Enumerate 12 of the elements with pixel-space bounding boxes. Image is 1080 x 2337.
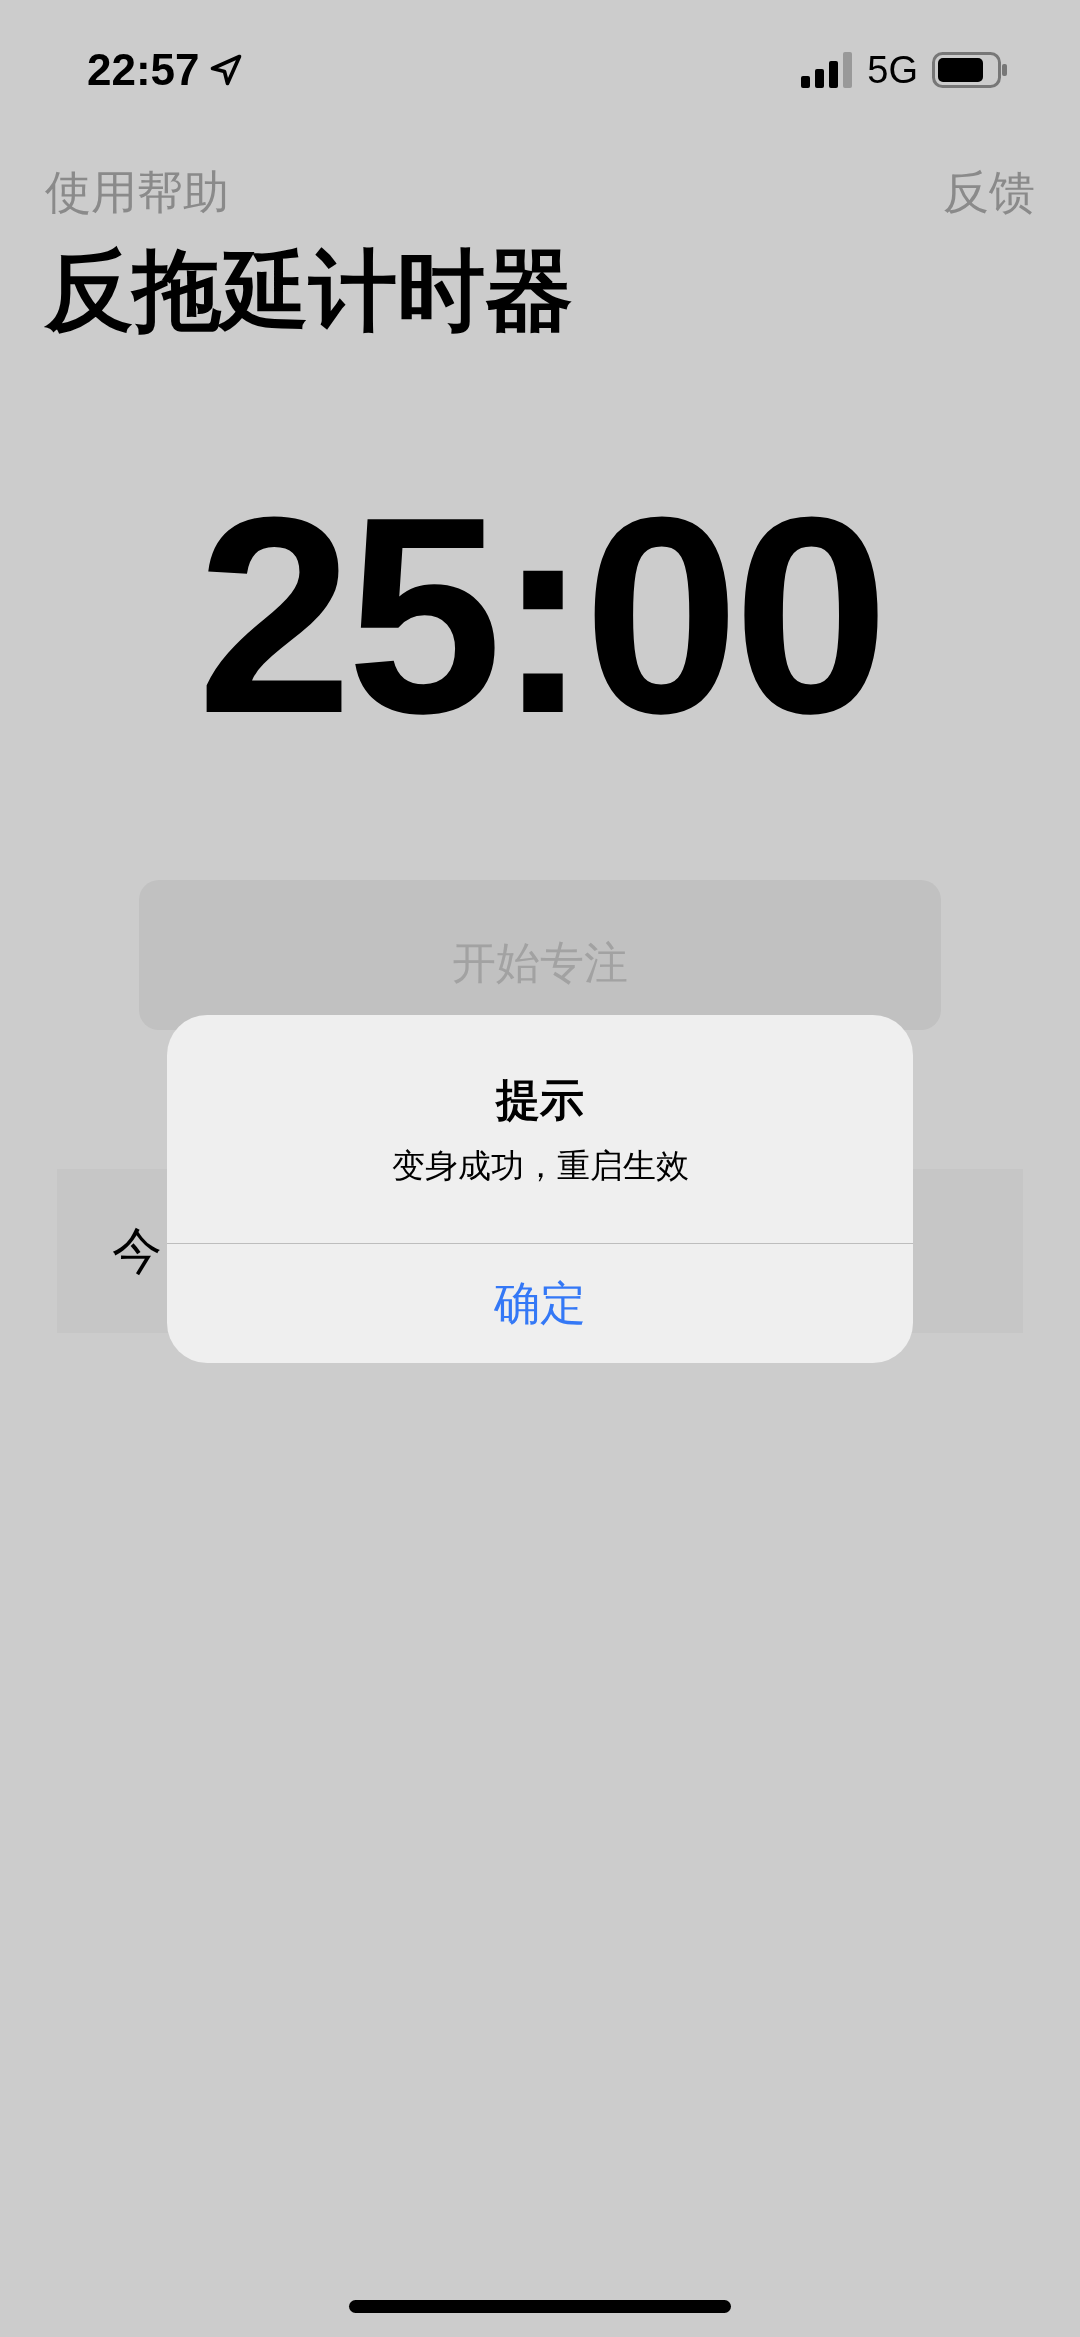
network-label: 5G bbox=[867, 47, 918, 93]
confirm-button[interactable]: 确定 bbox=[167, 1242, 913, 1363]
timer-display: 25:00 bbox=[196, 475, 884, 755]
status-time: 22:57 bbox=[87, 44, 200, 96]
alert-message: 变身成功，重启生效 bbox=[391, 1146, 689, 1186]
today-label: 今 bbox=[112, 1221, 162, 1281]
app-title: 反拖延计时器 bbox=[43, 247, 574, 335]
signal-icon bbox=[801, 52, 854, 88]
feedback-link[interactable]: 反馈 bbox=[943, 158, 1035, 227]
battery-icon bbox=[932, 52, 1008, 88]
help-link[interactable]: 使用帮助 bbox=[45, 158, 229, 227]
alert-title: 提示 bbox=[496, 1074, 584, 1126]
